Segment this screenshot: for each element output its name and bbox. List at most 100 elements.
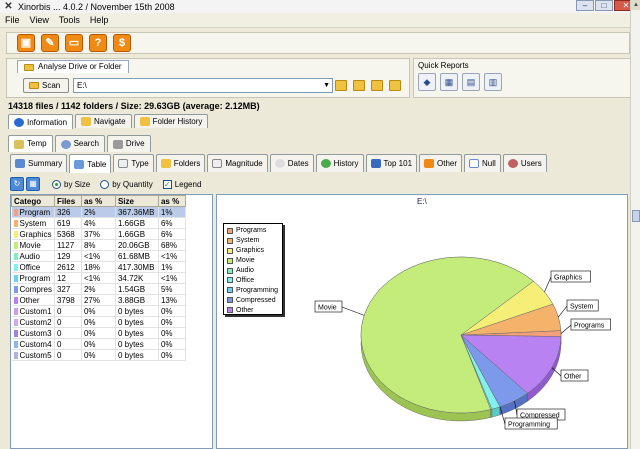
- scroll-up-icon[interactable]: ▲: [631, 0, 640, 10]
- col-category[interactable]: Catego: [11, 195, 55, 207]
- tab-magnitude-label: Magnitude: [225, 159, 263, 168]
- folder-add-icon[interactable]: [371, 80, 383, 91]
- tab-table[interactable]: Table: [69, 154, 112, 173]
- tab-magnitude[interactable]: Magnitude: [207, 154, 268, 172]
- drive-select[interactable]: E:\ ▼: [73, 78, 333, 93]
- chart-icon[interactable]: ▦: [26, 177, 40, 191]
- folder-browse-icon[interactable]: [389, 80, 401, 91]
- menu-help[interactable]: Help: [85, 15, 114, 25]
- table-icon: [74, 159, 85, 169]
- folder-list-icon[interactable]: [353, 80, 365, 91]
- cell-size-pct: 6%: [158, 228, 186, 240]
- settings-icon[interactable]: ✎: [41, 34, 59, 52]
- cell-size-pct: <1%: [158, 250, 186, 262]
- table-row[interactable]: Program 326 2% 367.36MB 1%: [11, 206, 186, 218]
- cell-files-pct: 37%: [81, 228, 116, 240]
- table-row[interactable]: Other 3798 27% 3.88GB 13%: [11, 294, 186, 306]
- col-files-pct[interactable]: as %: [80, 195, 116, 207]
- category-label: Graphics: [19, 229, 52, 239]
- maximize-button[interactable]: □: [595, 0, 613, 11]
- tab-analyse-drive[interactable]: Analyse Drive or Folder: [17, 60, 129, 73]
- folder-glyph: ▭: [68, 37, 80, 49]
- cell-size-pct: 68%: [158, 239, 186, 251]
- cell-files: 0: [54, 327, 82, 339]
- col-size[interactable]: Size: [114, 195, 159, 207]
- tab-dates-label: Dates: [287, 159, 309, 168]
- tab-dates[interactable]: Dates: [269, 154, 314, 172]
- by-quantity-radio[interactable]: by Quantity: [100, 179, 153, 189]
- dates-icon: [274, 159, 285, 168]
- report-globe-icon[interactable]: ◆: [418, 73, 436, 91]
- tab-type[interactable]: Type: [113, 154, 154, 172]
- history-icon: [320, 159, 331, 168]
- report-image-icon[interactable]: ▦: [440, 73, 458, 91]
- minimize-button[interactable]: –: [576, 0, 594, 11]
- tab-search-label: Search: [73, 139, 99, 148]
- chevron-down-icon[interactable]: ▼: [323, 79, 330, 92]
- category-label: Office: [19, 262, 41, 272]
- tab-top101[interactable]: Top 101: [365, 154, 418, 172]
- tab-folder-history[interactable]: Folder History: [133, 114, 209, 128]
- menu-file[interactable]: File: [0, 15, 25, 25]
- tab-history[interactable]: History: [315, 154, 364, 172]
- legend-swatch: [227, 277, 233, 284]
- table-row[interactable]: Custom1 0 0% 0 bytes 0%: [11, 305, 186, 317]
- save-icon[interactable]: ▣: [17, 34, 35, 52]
- report-spreadsheet-icon[interactable]: ▤: [462, 73, 480, 91]
- tab-drive[interactable]: Drive: [106, 135, 151, 152]
- category-label: Custom3: [19, 328, 52, 338]
- tab-folders[interactable]: Folders: [155, 154, 206, 172]
- menu-view[interactable]: View: [25, 15, 54, 25]
- tab-summary[interactable]: Summary: [10, 154, 68, 172]
- cell-files-pct: <1%: [81, 272, 116, 284]
- report-document-icon[interactable]: ▥: [484, 73, 502, 91]
- tab-folders-label: Folders: [173, 159, 201, 168]
- vertical-scrollbar[interactable]: ▲: [630, 0, 640, 449]
- table-row[interactable]: System 619 4% 1.66GB 6%: [11, 217, 186, 229]
- col-size-pct[interactable]: as %: [157, 195, 186, 207]
- legend-label: Movie: [236, 257, 255, 265]
- table-row[interactable]: Program 12 <1% 34.72K <1%: [11, 272, 186, 284]
- table-row[interactable]: Office 2612 18% 417.30MB 1%: [11, 261, 186, 273]
- tab-analyse-label: Analyse Drive or Folder: [38, 62, 122, 71]
- tab-other[interactable]: Other: [419, 154, 463, 172]
- donate-icon[interactable]: $: [113, 34, 131, 52]
- table-row[interactable]: Audio 129 <1% 61.68MB <1%: [11, 250, 186, 262]
- table-row[interactable]: Compres 327 2% 1.54GB 5%: [11, 283, 186, 295]
- tab-top101-label: Top 101: [383, 159, 413, 168]
- table-row[interactable]: Custom2 0 0% 0 bytes 0%: [11, 316, 186, 328]
- tab-temp[interactable]: Temp: [8, 135, 53, 152]
- open-folder-icon[interactable]: [335, 80, 347, 91]
- legend-checkbox[interactable]: ✓ Legend: [162, 179, 201, 189]
- table-row[interactable]: Custom3 0 0% 0 bytes 0%: [11, 327, 186, 339]
- help-icon[interactable]: ?: [89, 34, 107, 52]
- by-size-radio[interactable]: by Size: [52, 179, 90, 189]
- folder-icon[interactable]: ▭: [65, 34, 83, 52]
- cell-files: 5368: [54, 228, 82, 240]
- table-row[interactable]: Custom5 0 0% 0 bytes 0%: [11, 349, 186, 361]
- cell-category: Program: [11, 206, 55, 218]
- refresh-icon[interactable]: ↻: [10, 177, 24, 191]
- legend-item: Office: [227, 275, 279, 285]
- category-label: Custom4: [19, 339, 52, 349]
- table-row[interactable]: Movie 1127 8% 20.06GB 68%: [11, 239, 186, 251]
- tab-null[interactable]: Null: [464, 154, 501, 172]
- cell-category: Audio: [11, 250, 55, 262]
- tab-search[interactable]: Search: [54, 135, 105, 152]
- table-row[interactable]: Custom4 0 0% 0 bytes 0%: [11, 338, 186, 350]
- table-row[interactable]: Graphics 5368 37% 1.66GB 6%: [11, 228, 186, 240]
- cell-size: 1.66GB: [115, 217, 159, 229]
- scroll-thumb[interactable]: [632, 210, 640, 222]
- col-files[interactable]: Files: [53, 195, 82, 207]
- tab-navigate[interactable]: Navigate: [75, 114, 132, 128]
- legend-swatch: [227, 237, 233, 244]
- tab-users[interactable]: Users: [502, 154, 547, 172]
- cell-files: 327: [54, 283, 82, 295]
- drive-icon: [112, 139, 123, 149]
- cell-category: Program: [11, 272, 55, 284]
- cell-size: 1.66GB: [115, 228, 159, 240]
- scan-button[interactable]: Scan: [23, 78, 69, 93]
- radio-indicator: [52, 179, 61, 189]
- menu-tools[interactable]: Tools: [54, 15, 85, 25]
- tab-information[interactable]: Information: [8, 114, 74, 129]
